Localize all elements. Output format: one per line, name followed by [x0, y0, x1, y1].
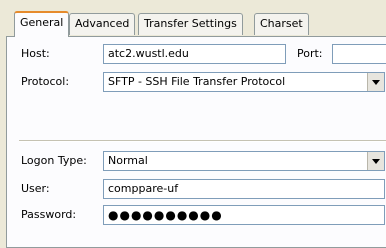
protocol-select[interactable]: SFTP - SSH File Transfer Protocol: [103, 72, 385, 92]
logon-type-label: Logon Type:: [21, 154, 87, 167]
separator: [19, 140, 386, 142]
password-label: Password:: [21, 208, 77, 221]
tab-strip: General Advanced Transfer Settings Chars…: [0, 0, 386, 38]
general-panel: Host: atc2.wustl.edu Port: Protocol: SFT…: [6, 36, 386, 248]
chevron-down-icon[interactable]: [367, 73, 384, 91]
logon-type-select[interactable]: Normal: [103, 151, 385, 171]
logon-type-select-value: Normal: [108, 154, 148, 167]
tab-charset[interactable]: Charset: [254, 13, 309, 35]
tab-transfer-settings[interactable]: Transfer Settings: [138, 13, 243, 35]
chevron-down-icon[interactable]: [367, 152, 384, 170]
host-input[interactable]: atc2.wustl.edu: [103, 44, 286, 64]
port-label: Port:: [297, 47, 323, 60]
user-label: User:: [21, 182, 50, 195]
password-input[interactable]: ●●●●●●●●●●: [103, 205, 385, 225]
port-input[interactable]: [332, 44, 386, 64]
protocol-select-value: SFTP - SSH File Transfer Protocol: [108, 75, 286, 88]
host-label: Host:: [21, 47, 50, 60]
protocol-label: Protocol:: [21, 75, 70, 88]
tab-advanced[interactable]: Advanced: [69, 13, 136, 35]
tab-general[interactable]: General: [14, 11, 70, 37]
user-input[interactable]: comppare-uf: [103, 179, 385, 199]
